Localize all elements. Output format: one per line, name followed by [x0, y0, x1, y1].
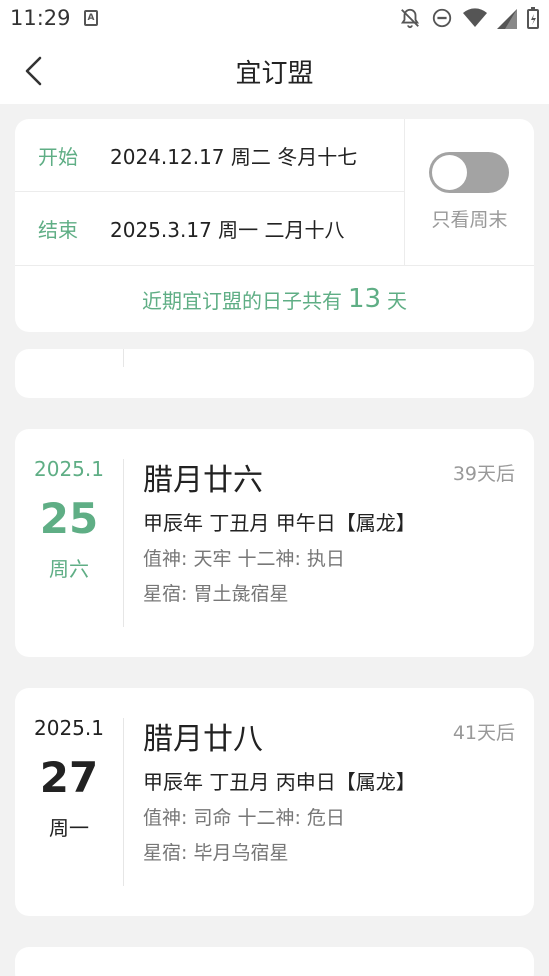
info-column: 腊月廿八 41天后 甲辰年 丁丑月 丙申日【属龙】 值神: 司命 十二神: 危日… — [143, 714, 515, 865]
column-divider — [123, 718, 124, 886]
end-label: 结束 — [38, 218, 78, 242]
start-label: 开始 — [38, 144, 78, 169]
date-column: 2025.1 25 周六 — [15, 457, 123, 582]
day-card[interactable]: 2025.1 27 周一 腊月廿八 41天后 甲辰年 丁丑月 丙申日【属龙】 值… — [15, 688, 534, 916]
signal-icon — [497, 9, 517, 29]
end-date-value: 2025.3.17 周一 二月十八 — [110, 218, 345, 242]
day-card-partial[interactable] — [15, 947, 534, 976]
info-column: 腊月廿六 39天后 甲辰年 丁丑月 甲午日【属龙】 值神: 天牢 十二神: 执日… — [143, 455, 515, 606]
year-month: 2025.1 — [34, 457, 104, 481]
gods-text: 值神: 司命 十二神: 危日 — [143, 807, 345, 829]
summary-count: 13 — [347, 284, 382, 314]
do-not-disturb-icon — [432, 8, 452, 28]
app-header: 宜订盟 — [0, 38, 549, 104]
start-date-row[interactable]: 开始 2024.12.17 周二 冬月十七 — [15, 119, 404, 192]
star-text: 星宿: 毕月乌宿星 — [143, 842, 289, 864]
summary-text: 近期宜订盟的日子共有 13 天 — [15, 266, 534, 332]
summary-suffix: 天 — [387, 288, 408, 313]
day-card[interactable]: 2025.1 25 周六 腊月廿六 39天后 甲辰年 丁丑月 甲午日【属龙】 值… — [15, 429, 534, 657]
ganzhi-text: 甲辰年 丁丑月 丙申日【属龙】 — [143, 770, 416, 794]
page-title: 宜订盟 — [235, 59, 314, 89]
day-number: 27 — [39, 753, 99, 802]
status-time: 11:29 — [10, 6, 71, 30]
weekend-only-label: 只看周末 — [431, 209, 508, 231]
status-bar: 11:29 A — [0, 0, 549, 38]
days-after: 39天后 — [452, 463, 515, 485]
toggle-knob — [432, 155, 467, 190]
date-column: 2025.1 27 周一 — [15, 716, 123, 841]
vertical-divider — [404, 119, 405, 265]
column-divider — [123, 459, 124, 627]
end-date-row[interactable]: 结束 2025.3.17 周一 二月十八 — [15, 192, 404, 265]
year-month: 2025.1 — [34, 716, 104, 740]
star-text: 星宿: 胃土彘宿星 — [143, 583, 289, 605]
weekday: 周六 — [49, 557, 89, 581]
start-date-value: 2024.12.17 周二 冬月十七 — [110, 144, 358, 169]
bell-off-icon — [400, 8, 420, 29]
status-icons — [399, 7, 539, 29]
gods-text: 值神: 天牢 十二神: 执日 — [143, 548, 345, 570]
weekday: 周一 — [49, 816, 89, 840]
days-after: 41天后 — [452, 722, 515, 744]
column-divider — [123, 349, 124, 367]
ganzhi-text: 甲辰年 丁丑月 甲午日【属龙】 — [143, 511, 416, 535]
battery-icon — [527, 7, 539, 29]
wifi-icon — [463, 8, 487, 27]
app-notification-icon: A — [84, 10, 98, 26]
day-card-partial[interactable] — [15, 349, 534, 398]
day-number: 25 — [39, 494, 99, 543]
weekend-only-toggle[interactable] — [429, 152, 509, 193]
date-range-card: 开始 2024.12.17 周二 冬月十七 结束 2025.3.17 周一 二月… — [15, 119, 534, 332]
summary-prefix: 近期宜订盟的日子共有 — [141, 288, 342, 313]
